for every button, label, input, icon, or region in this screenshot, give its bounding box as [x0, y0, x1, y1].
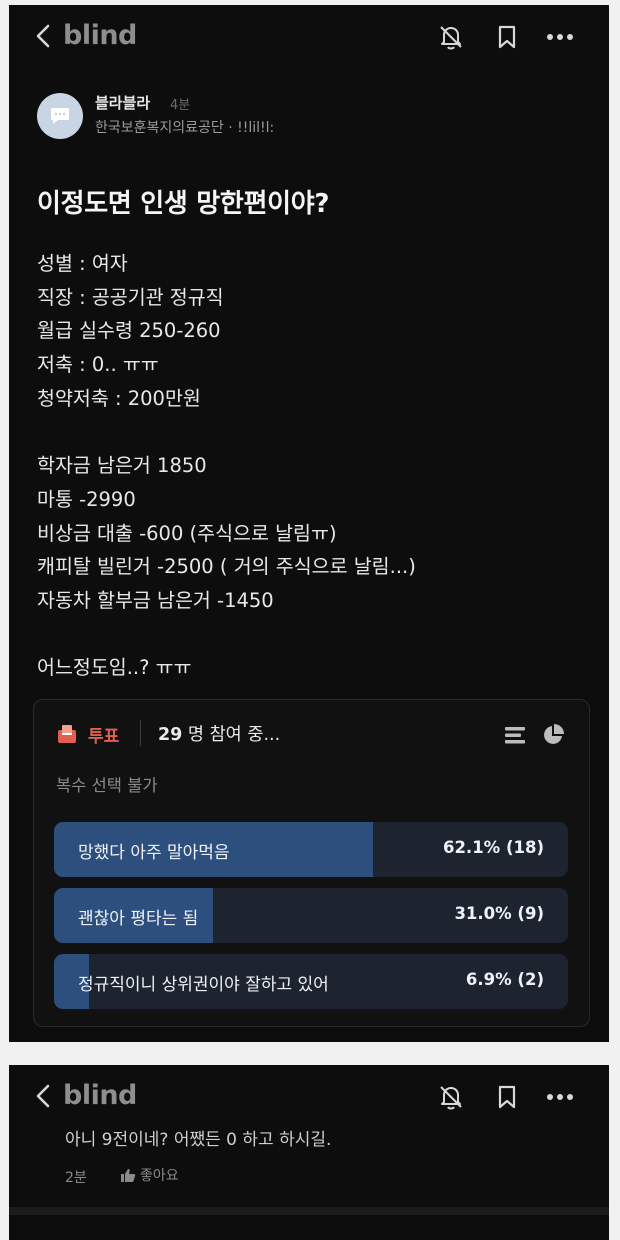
- top-bar: blind: [9, 1065, 609, 1129]
- poll-option-result: 6.9% (2): [465, 970, 544, 989]
- post-time: 4분: [170, 98, 191, 113]
- divider: [9, 1207, 609, 1215]
- comment-time: 2분: [65, 1170, 87, 1186]
- post-body-line: 저축 : 0.. ㅠㅠ: [37, 353, 159, 377]
- like-button[interactable]: 좋아요: [120, 1165, 179, 1185]
- avatar[interactable]: [37, 93, 83, 139]
- poll-separator: [140, 720, 141, 746]
- comment-screen: 아니 9전이네? 어쨌든 0 하고 하시길. blind 2분 좋아요: [9, 1065, 609, 1240]
- poll-option-label: 망했다 아주 말아먹음: [78, 843, 230, 863]
- post-body-line: 직장 : 공공기관 정규직: [37, 285, 224, 309]
- post-body-line: 성별 : 여자: [37, 252, 128, 275]
- poll-option-label: 괜찮아 평타는 됨: [78, 909, 199, 929]
- poll-card: 투표 29 명 참여 중... 복수 선택 불가 망했다 아주 말아먹음 62.1…: [33, 699, 590, 1027]
- like-label: 좋아요: [140, 1168, 179, 1184]
- app-logo: blind: [63, 20, 137, 51]
- back-chevron-icon[interactable]: [33, 1083, 55, 1109]
- ballot-box-icon: [56, 724, 78, 744]
- top-bar: blind: [9, 5, 609, 69]
- pie-chart-icon[interactable]: [542, 724, 564, 746]
- poll-option-label: 정규직이니 상위권이야 잘하고 있어: [78, 975, 329, 995]
- post-body-line: 청약저축 : 200만원: [37, 386, 201, 410]
- poll-option[interactable]: 괜찮아 평타는 됨 31.0% (9): [54, 888, 568, 943]
- poll-participants: 29 명 참여 중...: [158, 725, 281, 745]
- post-screen: blind 블라블라 4분 한국보훈복지의료공단 · !!lil!l: 이정도면…: [9, 5, 609, 1042]
- more-icon[interactable]: [545, 1083, 573, 1111]
- bar-list-icon[interactable]: [504, 725, 526, 745]
- post-body-line: 어느정도임..? ㅠㅠ: [37, 656, 192, 680]
- post-body-line: 월급 실수령 250-260: [37, 319, 221, 343]
- app-logo: blind: [63, 1080, 137, 1111]
- poll-label: 투표: [88, 727, 120, 747]
- poll-rule: 복수 선택 불가: [56, 776, 158, 795]
- poll-option-result: 31.0% (9): [454, 904, 544, 923]
- post-body-line: 학자금 남은거 1850: [37, 454, 207, 478]
- more-icon[interactable]: [545, 23, 573, 51]
- post-body-line: 비상금 대출 -600 (주식으로 날림ㅠ): [37, 521, 337, 545]
- bell-off-icon[interactable]: [437, 23, 465, 51]
- bell-off-icon[interactable]: [437, 1083, 465, 1111]
- back-chevron-icon[interactable]: [33, 23, 55, 49]
- chat-bubble-icon: [51, 108, 69, 124]
- author-company[interactable]: 한국보훈복지의료공단 · !!lil!l:: [95, 117, 274, 137]
- poll-option-result: 62.1% (18): [442, 838, 544, 857]
- poll-option[interactable]: 망했다 아주 말아먹음 62.1% (18): [54, 822, 568, 877]
- bookmark-icon[interactable]: [493, 23, 521, 51]
- bookmark-icon[interactable]: [493, 1083, 521, 1111]
- author-name[interactable]: 블라블라: [95, 92, 150, 113]
- thumbs-up-icon: [121, 1169, 136, 1182]
- post-body-line: 자동차 할부금 남은거 -1450: [37, 589, 274, 612]
- post-body-line: 마통 -2990: [37, 487, 136, 511]
- post-title: 이정도면 인생 망한편이야?: [37, 189, 330, 219]
- poll-option[interactable]: 정규직이니 상위권이야 잘하고 있어 6.9% (2): [54, 954, 568, 1009]
- post-body-line: 캐피탈 빌린거 -2500 ( 거의 주식으로 날림...): [37, 555, 416, 579]
